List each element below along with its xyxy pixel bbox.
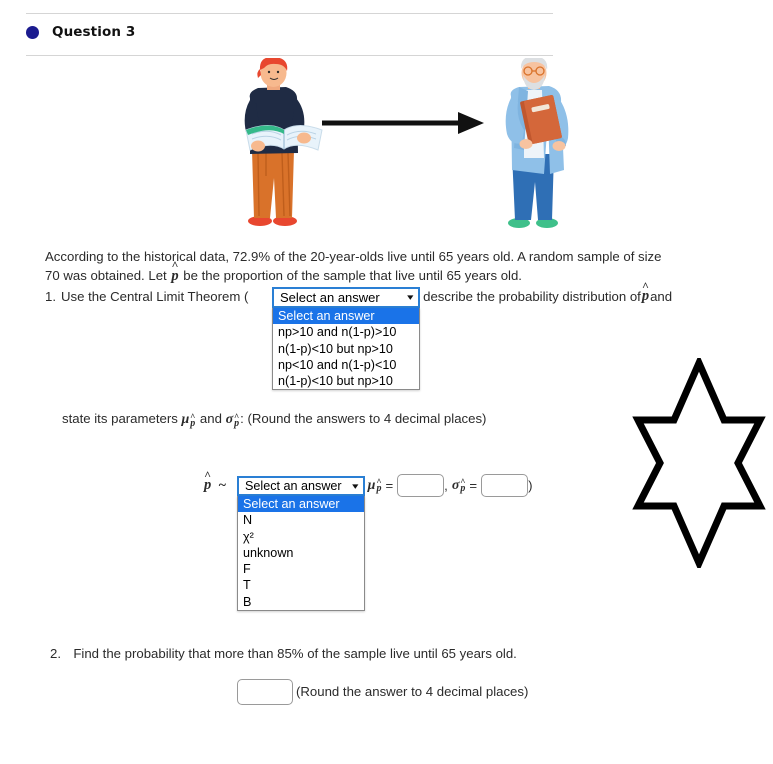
six-pointed-star-icon	[628, 354, 770, 572]
question-2-line: 2. Find the probability that more than 8…	[50, 646, 517, 661]
mu-equals-sign: =	[385, 478, 394, 493]
option-clt-1[interactable]: np>10 and n(1-p)>10	[273, 324, 419, 340]
mu-input-subscript-phat: p	[375, 483, 382, 494]
sigma-equals-sign: =	[469, 478, 478, 493]
question-1-text-after: ) to describe the probability distributi…	[400, 289, 641, 304]
chevron-down-icon: ▾	[407, 292, 414, 302]
intro-line-2: 70 was obtained. Let p be the proportion…	[45, 266, 522, 286]
option-dist-2[interactable]: χ²	[238, 529, 364, 545]
intro-line-2-pre: 70 was obtained. Let	[45, 268, 171, 283]
select-clt-value: Select an answer	[280, 290, 380, 305]
mu-symbol: μ	[181, 412, 190, 427]
option-dist-1[interactable]: N	[238, 512, 364, 528]
close-paren: )	[528, 478, 533, 493]
question-2-text: Find the probability that more than 85% …	[73, 646, 517, 661]
select-distribution[interactable]: Select an answer ▾	[237, 476, 365, 496]
chevron-down-icon-2: ▾	[352, 480, 359, 491]
option-clt-3[interactable]: np<10 and n(1-p)<10	[273, 357, 419, 373]
illustration-people-arrow	[240, 58, 590, 240]
select-distribution-options[interactable]: Select an answer N χ² unknown F T B	[237, 496, 365, 612]
probability-answer-input[interactable]	[237, 679, 293, 705]
intro-line-1: According to the historical data, 72.9% …	[45, 249, 662, 264]
sigma-phat-input[interactable]	[481, 474, 529, 497]
option-dist-5[interactable]: T	[238, 577, 364, 593]
elderly-man-figure	[505, 58, 569, 228]
option-dist-6[interactable]: B	[238, 594, 364, 610]
option-clt-0[interactable]: Select an answer	[273, 308, 419, 325]
option-clt-2[interactable]: n(1-p)<10 but np>10	[273, 341, 419, 357]
page-title: Question 3	[52, 24, 136, 40]
mu-phat-input[interactable]	[397, 474, 445, 497]
sigma-subscript-phat: p	[233, 418, 240, 429]
mu-subscript-phat: p	[189, 418, 196, 429]
option-dist-0[interactable]: Select an answer	[238, 496, 364, 513]
comma-separator: ,	[444, 478, 448, 493]
state-parameters-line: state its parameters μp and σp: (Round t…	[62, 411, 487, 429]
state-params-text-start: state its parameters	[62, 411, 182, 426]
young-man-figure	[244, 58, 323, 226]
question-1-text-before: Use the Central Limit Theorem (	[61, 289, 249, 304]
sigma-symbol: σ	[225, 412, 234, 427]
sigma-symbol-input: σ	[451, 477, 460, 493]
arrow-icon	[322, 112, 484, 134]
tilde-symbol: ~	[218, 477, 227, 493]
question-2-number: 2.	[50, 646, 61, 661]
p-hat-symbol-q1: p	[641, 288, 650, 305]
header-divider-bottom	[26, 55, 553, 56]
select-clt-options[interactable]: Select an answer np>10 and n(1-p)>10 n(1…	[272, 308, 420, 391]
mu-symbol-input: μ	[367, 477, 376, 493]
probability-round-note: (Round the answer to 4 decimal places)	[296, 684, 529, 699]
option-dist-3[interactable]: unknown	[238, 545, 364, 561]
header-divider-top	[26, 13, 553, 14]
question-1-text-tail: and	[650, 289, 673, 304]
option-clt-4[interactable]: n(1-p)<10 but np>10	[273, 373, 419, 389]
select-clt-condition[interactable]: Select an answer ▾	[272, 287, 420, 308]
question-bullet-icon	[26, 25, 39, 39]
intro-line-2-post: be the proportion of the sample that liv…	[179, 268, 522, 283]
p-hat-symbol: p	[170, 267, 179, 286]
question-1-number: 1.	[45, 289, 56, 304]
p-hat-symbol-dist: p	[203, 477, 212, 494]
state-params-text-end: : (Round the answers to 4 decimal places…	[240, 411, 487, 426]
sigma-input-subscript-phat: p	[459, 483, 466, 494]
select-distribution-value: Select an answer	[245, 479, 342, 493]
question-header: Question 3	[26, 24, 135, 40]
state-params-and: and	[196, 411, 226, 426]
option-dist-4[interactable]: F	[238, 561, 364, 577]
